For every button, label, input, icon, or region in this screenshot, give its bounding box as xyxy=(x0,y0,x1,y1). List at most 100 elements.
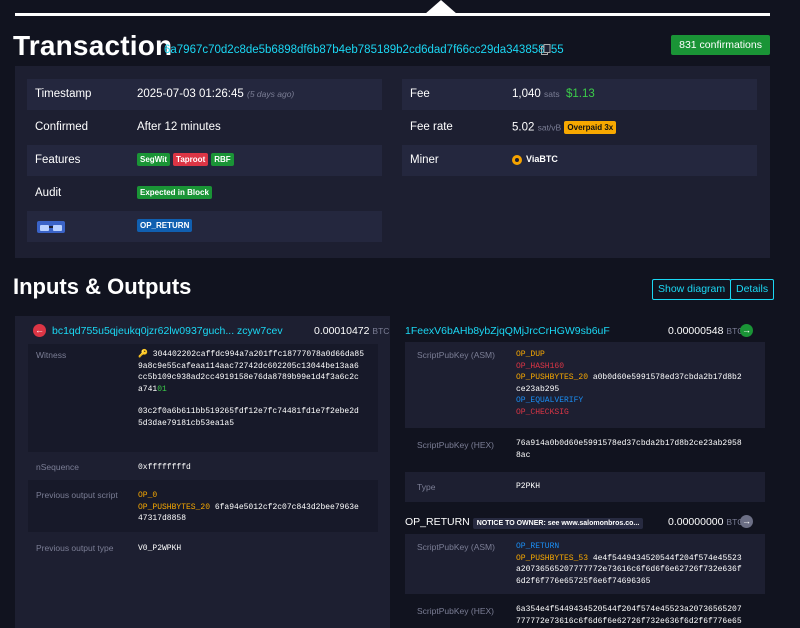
fee-rate-row: Fee rate 5.02 sat/vB Overpaid 3x xyxy=(402,112,757,143)
output2-header: OP_RETURN NOTICE TO OWNER: see www.salom… xyxy=(405,516,644,529)
fee-sats: 1,040 xyxy=(512,88,541,100)
nsequence-label: nSequence xyxy=(36,462,80,472)
timestamp-value: 2025-07-03 01:26:45 (5 days ago) xyxy=(137,88,294,100)
taproot-tag[interactable]: Taproot xyxy=(173,153,209,166)
fee-value: 1,040 sats $1.13 xyxy=(512,88,595,100)
prev-script-box: Previous output script OP_0 OP_PUSHBYTES… xyxy=(28,480,378,532)
input-arrow-left-icon[interactable]: ← xyxy=(33,324,46,337)
op-return-tag[interactable]: OP_RETURN xyxy=(137,219,193,232)
top-notch-arrow xyxy=(425,0,457,14)
witness-box: Witness 🔑 304402202caffdc994a7a201ffc187… xyxy=(28,344,378,452)
output2-hex-label: ScriptPubKey (HEX) xyxy=(417,606,494,616)
confirmed-value: After 12 minutes xyxy=(137,121,221,133)
confirmed-label: Confirmed xyxy=(35,121,89,133)
output2-asm-data-2: a20736565207777772e73616c6f6d6f6e62726f7… xyxy=(516,565,742,574)
witness-sighash: 01 xyxy=(157,384,167,394)
witness-line-3: cc5b109c938ad2cc4919158e76da8789b99e1d4f… xyxy=(138,373,359,382)
prev-script-data-2: 47317d8858 xyxy=(138,514,187,523)
output2-asm-data-1: 4e4f5449434520544f204f574e45523 xyxy=(592,553,742,563)
output2-arrow-right-icon[interactable]: → xyxy=(740,515,753,528)
input-amount-unit: BTC xyxy=(372,326,390,336)
output2-hex-line-1: 6a354e4f5449434520544f204f574e45523a2073… xyxy=(516,605,742,614)
output1-type-box: Type P2PKH xyxy=(405,472,765,502)
fee-rate-number: 5.02 xyxy=(512,121,535,134)
audit-row: Audit Expected in Block xyxy=(27,178,382,209)
prev-type-label: Previous output type xyxy=(36,543,114,553)
input-amount-value: 0.00010472 xyxy=(314,325,370,337)
segwit-tag[interactable]: SegWit xyxy=(137,153,171,166)
inputs-outputs-title: Inputs & Outputs xyxy=(13,274,192,299)
output1-type-value: P2PKH xyxy=(516,482,541,491)
page-title: Transaction xyxy=(13,30,173,61)
asm-op-dup: OP_DUP xyxy=(516,350,545,359)
miner-name: ViaBTC xyxy=(526,154,558,164)
fee-rate-label: Fee rate xyxy=(410,121,453,133)
op-return-row: OP_RETURN xyxy=(27,211,382,242)
prev-script-data-1: 6fa94e5012cf2c07c843d2bee7963e xyxy=(214,502,359,512)
witness-line-1: 304402202caffdc994a7a201ffc18777078a0d66… xyxy=(152,350,365,359)
witness-value: 🔑 304402202caffdc994a7a201ffc18777078a0d… xyxy=(138,349,364,429)
output1-hex-label: ScriptPubKey (HEX) xyxy=(417,440,494,450)
timestamp-row: Timestamp 2025-07-03 01:26:45 (5 days ag… xyxy=(27,79,382,110)
miner-value[interactable]: ViaBTC xyxy=(512,154,558,165)
timestamp-label: Timestamp xyxy=(35,88,92,100)
features-label: Features xyxy=(35,154,81,166)
asm-data-1: a0b0d60e5991578ed37cbda2b17d8b2 xyxy=(592,373,742,382)
audit-badge[interactable]: Expected in Block xyxy=(137,186,212,199)
output2-hex-line-2: 777772e73616c6f6d6f6e62726f732e636f6d2f6… xyxy=(516,616,742,626)
miner-row: Miner ViaBTC xyxy=(402,145,757,176)
output2-label: OP_RETURN xyxy=(405,516,470,528)
witness-line-5: 03c2f0a6b611bb519265fdf12e7fc74481fd1e7f… xyxy=(138,407,359,416)
output1-type-label: Type xyxy=(417,482,436,492)
fee-rate-value: 5.02 sat/vB Overpaid 3x xyxy=(512,121,619,134)
witness-line-2: 9a8c9e55cafeaa114aac72742dc602205c13044b… xyxy=(138,361,359,371)
output1-address-link[interactable]: 1FeexV6bAHb8ybZjqQMjJrcCrHGW9sb6uF xyxy=(405,325,610,337)
output1-arrow-right-icon[interactable]: → xyxy=(740,324,753,337)
features-tags: SegWit Taproot RBF xyxy=(137,153,237,166)
asm-op-return: OP_RETURN xyxy=(516,542,560,551)
output1-amount-value: 0.00000548 xyxy=(668,325,724,337)
witness-line-6: 5d3dae79181cb53ea1a5 xyxy=(138,418,235,428)
output2-amount-value: 0.00000000 xyxy=(668,516,724,528)
output2-asm-box: ScriptPubKey (ASM) OP_RETURN OP_PUSHBYTE… xyxy=(405,534,765,594)
prev-script-op0: OP_0 xyxy=(138,491,158,500)
input-address-link[interactable]: bc1qd755u5qjeukq0jzr62lw0937guch... zcyw… xyxy=(52,325,283,337)
prev-script-label: Previous output script xyxy=(36,490,118,500)
asm-op-equalverify: OP_EQUALVERIFY xyxy=(516,396,584,405)
output2-hex-value: 6a354e4f5449434520544f204f574e45523a2073… xyxy=(516,604,742,627)
prev-type-value: V0_P2WPKH xyxy=(138,544,182,553)
details-button[interactable]: Details xyxy=(730,279,775,300)
asm-op-hash160: OP_HASH160 xyxy=(516,361,565,371)
glasses-icon xyxy=(37,221,65,233)
fee-unit: sats xyxy=(543,89,560,99)
top-divider xyxy=(15,13,770,16)
audit-label: Audit xyxy=(35,187,62,199)
miner-label: Miner xyxy=(410,154,439,166)
transaction-details-panel: Timestamp 2025-07-03 01:26:45 (5 days ag… xyxy=(15,66,770,258)
viabtc-logo-icon xyxy=(512,154,522,165)
outputs-panel: 1FeexV6bAHb8ybZjqQMjJrcCrHGW9sb6uF 0.000… xyxy=(395,316,770,628)
asm-op-checksig: OP_CHECKSIG xyxy=(516,407,569,417)
rbf-tag[interactable]: RBF xyxy=(211,153,234,166)
witness-label: Witness xyxy=(36,350,67,360)
overpaid-badge: Overpaid 3x xyxy=(564,121,617,134)
output2-asm-value: OP_RETURN OP_PUSHBYTES_53 4e4f5449434520… xyxy=(516,541,742,587)
show-diagram-button[interactable]: Show diagram xyxy=(652,279,732,300)
txid-link[interactable]: 6a7967c70d2c8de5b6898df6b87b4eb785189b2c… xyxy=(164,44,564,56)
transaction-header: Transaction 6a7967c70d2c8de5b6898df6b87b… xyxy=(13,30,770,64)
fee-label: Fee xyxy=(410,88,430,100)
fee-row: Fee 1,040 sats $1.13 xyxy=(402,79,757,110)
copy-icon[interactable] xyxy=(541,44,551,55)
output2-amount: 0.00000000 BTC xyxy=(668,516,743,528)
confirmed-row: Confirmed After 12 minutes xyxy=(27,112,382,143)
output1-asm-label: ScriptPubKey (ASM) xyxy=(417,350,495,360)
prev-script-value: OP_0 OP_PUSHBYTES_20 6fa94e5012cf2c07c84… xyxy=(138,490,359,525)
timestamp-ago: (5 days ago) xyxy=(247,89,295,99)
output1-hex-line-2: 8ac xyxy=(516,450,531,460)
inputs-panel: ← bc1qd755u5qjeukq0jzr62lw0937guch... zc… xyxy=(15,316,390,628)
features-row: Features SegWit Taproot RBF xyxy=(27,145,382,176)
witness-line-4: a741 xyxy=(138,384,158,394)
fee-rate-unit: sat/vB xyxy=(537,122,562,133)
output1-hex-line-1: 76a914a0b0d60e5991578ed37cbda2b17d8b2ce2… xyxy=(516,439,742,448)
output1-amount: 0.00000548 BTC xyxy=(668,325,743,337)
